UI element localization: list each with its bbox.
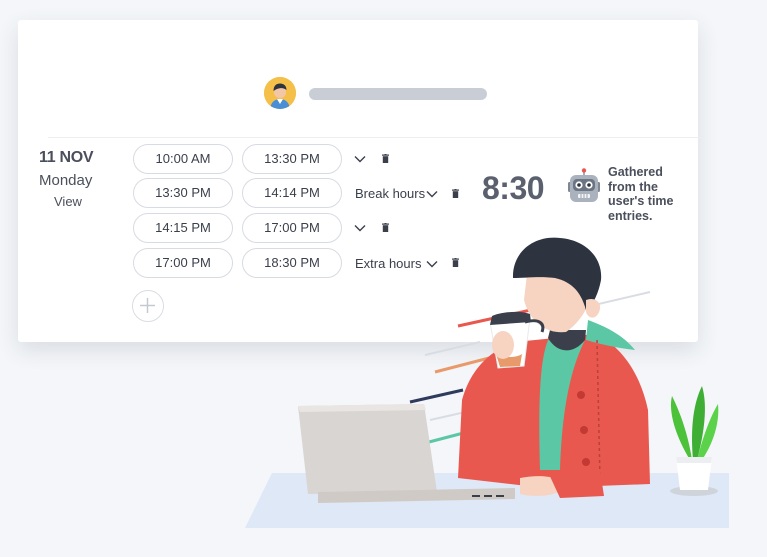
coffee-laptop-illustration <box>245 237 729 528</box>
